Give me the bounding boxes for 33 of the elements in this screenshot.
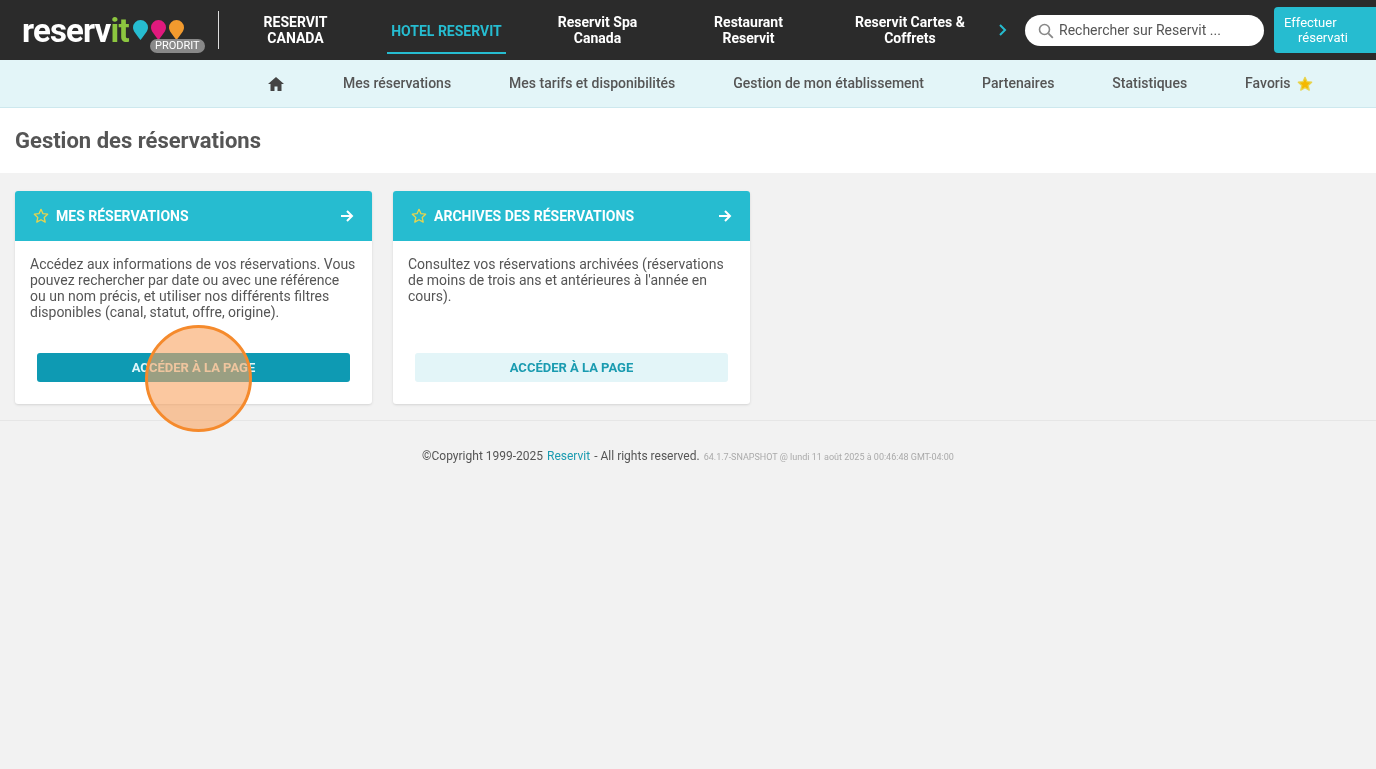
sub-nav-link[interactable]: Partenaires	[982, 73, 1055, 94]
chevron-right-icon[interactable]	[997, 23, 1009, 37]
sub-nav-link[interactable]: Mes réservations	[343, 73, 452, 94]
environment-badge: PRODRIT	[150, 39, 205, 53]
star-icon	[33, 208, 49, 224]
top-nav-tab[interactable]: HOTEL RESERVIT	[387, 6, 506, 54]
star-icon	[1296, 75, 1313, 92]
map-pin-icon	[149, 19, 167, 41]
card-title: ARCHIVES DES RÉSERVATIONS	[434, 206, 635, 226]
map-pin-icon	[167, 19, 185, 41]
card-title: MES RÉSERVATIONS	[56, 206, 190, 226]
card-description: Consultez vos réservations archivées (réservations de moins de trois ans et antérieures à l'année en cours).	[407, 255, 725, 307]
home-icon[interactable]	[267, 75, 285, 92]
sub-nav-link[interactable]: Gestion de mon établissement	[733, 73, 925, 94]
version-text: 64.1.7-SNAPSHOT @ lundi 11 août 2025 à 00:46:48 GMT-04:00	[703, 451, 954, 464]
top-nav-tab[interactable]: RESERVIT CANADA	[236, 6, 355, 54]
sub-nav-link[interactable]: Favoris	[1245, 73, 1313, 94]
arrow-right-icon	[340, 210, 354, 222]
card-description: Accédez aux informations de vos réservations. Vous pouvez rechercher par date ou avec une référence ou un nom précis, et utiliser nos différents filtres disponibles (canal, statut, offre, origine).	[29, 255, 357, 323]
search-field[interactable]: Rechercher sur Reservit ...	[1025, 14, 1264, 46]
copyright-text: ©Copyright 1999-2025	[422, 448, 544, 465]
sub-nav-link[interactable]: Mes tarifs et disponibilités	[509, 73, 676, 94]
logo[interactable]: reservit PRODRIT	[22, 5, 208, 55]
top-nav-tab[interactable]: Restaurant Reservit	[689, 6, 808, 54]
map-pin-icon	[131, 19, 149, 41]
arrow-right-icon	[718, 210, 732, 222]
search-icon	[1038, 22, 1054, 39]
top-nav-tab[interactable]: Reservit Spa Canada	[538, 6, 657, 54]
sub-nav-link[interactable]: Statistiques	[1112, 73, 1188, 94]
top-nav-tab[interactable]: Reservit Cartes & Coffrets	[840, 6, 980, 54]
star-icon	[411, 208, 427, 224]
rights-text: - All rights reserved.	[594, 448, 700, 465]
page-title: Gestion des réservations	[15, 127, 261, 155]
